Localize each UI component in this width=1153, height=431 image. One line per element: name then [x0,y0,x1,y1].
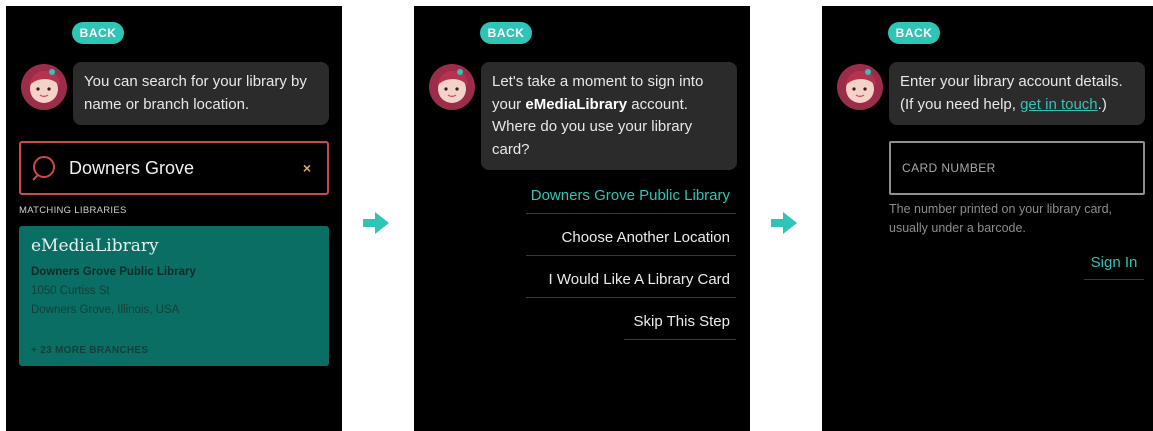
option-another-location[interactable]: Choose Another Location [526,229,736,256]
card-number-help: The number printed on your library card,… [889,202,1113,235]
close-icon[interactable]: × [303,160,311,176]
back-button[interactable]: BACK [480,22,532,44]
screen-search-library: BACK You can search for your library by … [6,6,342,431]
assistant-message: Enter your library account details. (If … [889,62,1145,125]
section-label: MATCHING LIBRARIES [19,205,127,216]
screen-sign-in: BACK Enter your library account details.… [822,6,1153,431]
option-library-card[interactable]: I Would Like A Library Card [526,271,736,298]
avatar-icon [837,64,883,110]
arrow-right-icon [363,212,389,234]
more-branches-link[interactable]: + 23 MORE BRANCHES [31,345,148,356]
get-in-touch-link[interactable]: get in touch [1020,96,1098,113]
search-value: Downers Grove [69,157,195,178]
assistant-message: Let's take a moment to sign into your eM… [481,62,737,170]
sign-in-button[interactable]: Sign In [1084,254,1144,280]
library-street: 1050 Curtiss St [31,285,110,297]
search-icon [31,154,59,182]
library-brand: eMediaLibrary [31,236,159,256]
library-result-card[interactable]: eMediaLibrary Downers Grove Public Libra… [19,226,329,366]
library-search-input[interactable]: Downers Grove × [19,141,329,195]
message-text: .) [1097,95,1107,113]
avatar-icon [21,64,67,110]
assistant-message: You can search for your library by name … [73,62,329,125]
option-skip[interactable]: Skip This Step [624,313,736,340]
back-button[interactable]: BACK [888,22,940,44]
library-city: Downers Grove, Illinois, USA [31,304,180,316]
library-name: Downers Grove Public Library [31,266,196,278]
option-downers-grove[interactable]: Downers Grove Public Library [526,187,736,214]
card-number-field[interactable]: CARD NUMBER [889,141,1145,195]
arrow-right-icon [771,212,797,234]
avatar-icon [429,64,475,110]
message-brand: eMediaLibrary [525,95,628,113]
back-button[interactable]: BACK [72,22,124,44]
screen-choose-location: BACK Let's take a moment to sign into yo… [414,6,750,431]
